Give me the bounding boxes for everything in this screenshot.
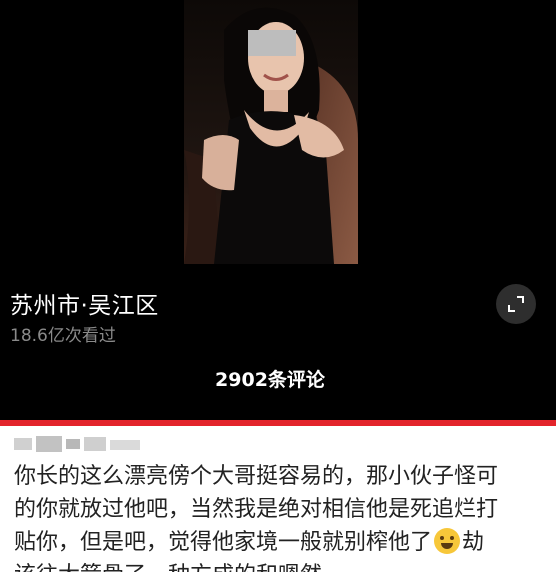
comment-list[interactable]: 你长的这么漂亮傍个大哥挺容易的，那小伙子怪可 的你就放过他吧，当然我是绝对相信他… [0, 426, 556, 572]
comment-body: 你长的这么漂亮傍个大哥挺容易的，那小伙子怪可 的你就放过他吧，当然我是绝对相信他… [14, 460, 556, 572]
fullscreen-icon [508, 296, 524, 312]
video-player[interactable] [0, 0, 556, 264]
location-label[interactable]: 苏州市·吴江区 [10, 286, 159, 320]
comment-line: 贴你，但是吧，觉得他家境一般就别榨他了 劫 [14, 526, 556, 559]
person-in-car-photo-icon [184, 0, 358, 264]
video-info-panel: 苏州市·吴江区 18.6亿次看过 2902条评论 [0, 264, 556, 420]
comment-line: 你长的这么漂亮傍个大哥挺容易的，那小伙子怪可 [14, 464, 499, 489]
comment-line: 该往大箭骨了，种方成的和嗯然 [14, 559, 556, 572]
comment-line-text: 贴你，但是吧，觉得他家境一般就别榨他了 [14, 530, 433, 555]
comments-count-header: 2902条评论 [215, 369, 325, 391]
video-thumbnail [184, 0, 358, 264]
crying-laughing-emoji-icon [434, 528, 461, 554]
blurred-username-avatar [14, 436, 140, 452]
comment-line: 的你就放过他吧，当然我是绝对相信他是死追烂打 [14, 497, 499, 522]
fullscreen-button[interactable] [496, 284, 536, 324]
comment-line-text: 劫 [462, 530, 485, 555]
view-count: 18.6亿次看过 [10, 326, 116, 346]
